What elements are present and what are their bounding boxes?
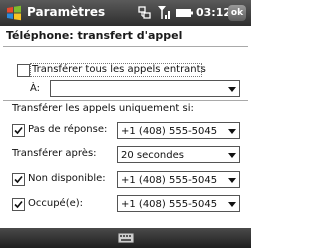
forward-after-label: Transférer après: [12, 148, 97, 159]
forward-after-value: 20 secondes [121, 150, 184, 161]
forward-to-combo[interactable] [50, 80, 240, 97]
busy-number-combo[interactable]: +1 (408) 555-5045 [117, 195, 240, 212]
no-answer-number: +1 (408) 555-5045 [121, 126, 218, 137]
forward-to-label: À: [30, 83, 41, 94]
forward-all-label[interactable]: Transférer tous les appels entrants [32, 64, 206, 75]
no-answer-number-combo[interactable]: +1 (408) 555-5045 [117, 122, 240, 139]
app-title: Paramètres [27, 5, 106, 19]
forward-after-combo[interactable]: 20 secondes [117, 146, 240, 163]
page-title: Téléphone: transfert d'appel [6, 29, 183, 42]
check-icon [14, 200, 23, 209]
no-answer-checkbox[interactable] [12, 124, 25, 137]
check-icon [14, 175, 23, 184]
no-answer-label[interactable]: Pas de réponse: [28, 124, 107, 135]
busy-number: +1 (408) 555-5045 [121, 199, 218, 210]
title-divider [3, 46, 248, 47]
chevron-down-icon [228, 202, 236, 207]
chevron-down-icon [228, 153, 236, 158]
check-icon [14, 126, 23, 135]
forward-all-checkbox[interactable] [17, 64, 30, 77]
chevron-down-icon [228, 87, 236, 92]
unavailable-number: +1 (408) 555-5045 [121, 175, 218, 186]
ok-button[interactable]: ok [228, 5, 246, 21]
unavailable-checkbox[interactable] [12, 173, 25, 186]
unavailable-label[interactable]: Non disponible: [28, 173, 106, 184]
chevron-down-icon [228, 129, 236, 134]
busy-label[interactable]: Occupé(e): [28, 198, 83, 209]
connectivity-icon[interactable] [138, 6, 152, 20]
conditional-heading: Transférer les appels uniquement si: [12, 103, 194, 114]
battery-icon[interactable] [176, 9, 193, 17]
section-divider [3, 100, 248, 101]
signal-icon[interactable] [158, 5, 172, 20]
chevron-down-icon [228, 178, 236, 183]
windows-start-icon[interactable] [5, 4, 23, 22]
keyboard-icon[interactable] [118, 233, 134, 243]
unavailable-number-combo[interactable]: +1 (408) 555-5045 [117, 171, 240, 188]
clock[interactable]: 03:12 [196, 6, 231, 19]
busy-checkbox[interactable] [12, 198, 25, 211]
soft-key-bar [0, 228, 251, 248]
title-bar: Paramètres 03:12 ok [0, 0, 251, 26]
